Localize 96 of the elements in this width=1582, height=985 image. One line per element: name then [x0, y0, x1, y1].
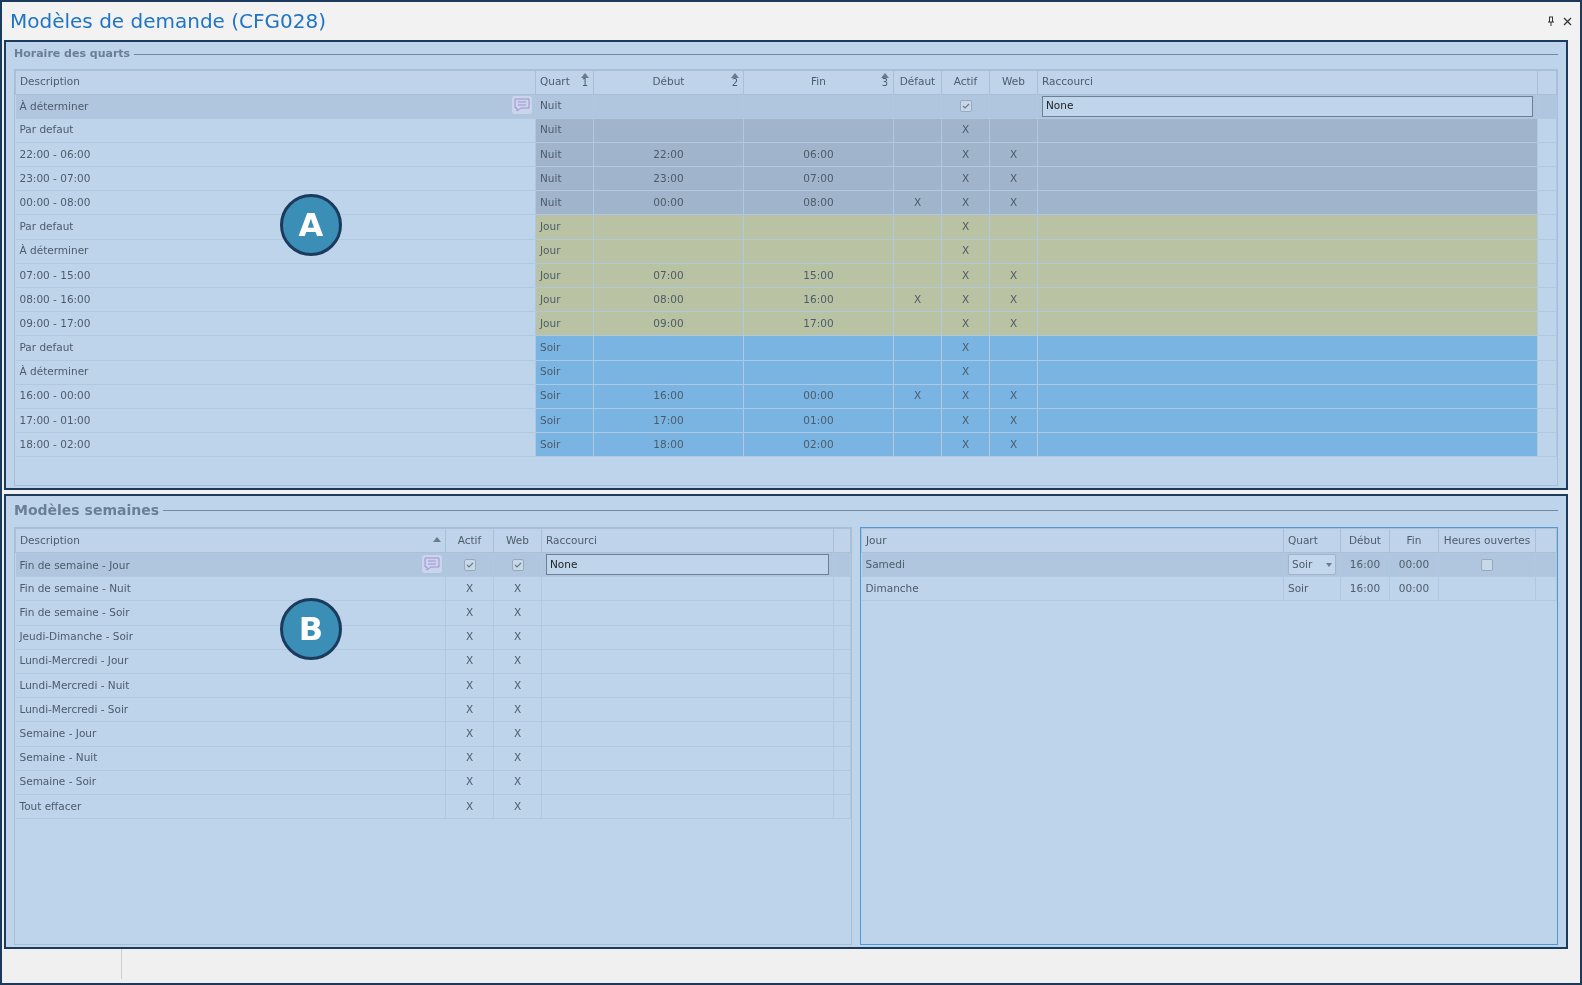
table-cell: Dimanche: [861, 576, 1284, 601]
table-cell: X: [493, 721, 542, 746]
column-header[interactable]: Quart: [1283, 528, 1341, 553]
column-header[interactable]: Actif: [941, 70, 990, 94]
dropdown[interactable]: Soir: [1288, 554, 1336, 576]
column-header[interactable]: Raccourci: [541, 528, 834, 553]
shortcut-field[interactable]: None: [546, 554, 829, 576]
checkbox[interactable]: [463, 558, 476, 571]
table-cell: 01:00: [743, 408, 894, 433]
column-header[interactable]: Description: [15, 70, 536, 94]
checkbox[interactable]: [959, 100, 972, 113]
column-header[interactable]: Raccourci: [1037, 70, 1538, 94]
table-cell: X: [445, 649, 494, 674]
table-cell: 08:00: [593, 287, 744, 312]
column-header[interactable]: Jour: [861, 528, 1284, 553]
column-header[interactable]: Heures ouvertes: [1438, 528, 1536, 553]
table-cell: X: [493, 746, 542, 771]
section-title: Horaire des quarts: [14, 46, 131, 62]
table-cell: Soir: [1283, 576, 1341, 601]
table-cell: Tout effacer: [15, 794, 446, 819]
table-cell: 15:00: [743, 263, 894, 288]
column-header[interactable]: Actif: [445, 528, 494, 553]
table-cell: Par defaut: [15, 335, 536, 361]
table-cell: 18:00 - 02:00: [15, 432, 536, 457]
pin-icon[interactable]: [1547, 16, 1555, 26]
table-cell: 23:00: [593, 166, 744, 191]
table-cell: 00:00: [593, 190, 744, 215]
checkbox[interactable]: [511, 558, 524, 571]
table-cell: X: [445, 721, 494, 746]
table-cell: X: [445, 746, 494, 771]
table-cell: 07:00 - 15:00: [15, 263, 536, 288]
table-cell: 00:00: [1389, 576, 1439, 601]
table-cell: 17:00: [743, 311, 894, 336]
table-cell: 16:00: [593, 384, 744, 409]
table-cell: Lundi-Mercredi - Nuit: [15, 673, 446, 698]
table-cell: Semaine - Nuit: [15, 746, 446, 771]
table-cell: À déterminer: [15, 360, 536, 385]
table-cell: X: [493, 794, 542, 819]
table-cell: Par defaut: [15, 118, 536, 143]
table-cell: X: [493, 576, 542, 601]
table-cell: Fin de semaine - Nuit: [15, 576, 446, 601]
table-cell: X: [493, 770, 542, 795]
table-cell: X: [445, 625, 494, 650]
table-cell: 23:00 - 07:00: [15, 166, 536, 191]
table-cell: 16:00 - 00:00: [15, 384, 536, 409]
table-cell: 17:00: [593, 408, 744, 433]
column-header[interactable]: Web: [989, 70, 1038, 94]
table-cell: X: [445, 794, 494, 819]
shortcut-field[interactable]: None: [1042, 95, 1533, 117]
column-header[interactable]: Quart 1: [535, 70, 594, 94]
table-cell: X: [445, 697, 494, 722]
table-cell: 09:00: [593, 311, 744, 336]
section-title: Modèles semaines: [14, 501, 160, 520]
sort-order-number: 2: [731, 77, 739, 88]
close-icon[interactable]: [1563, 16, 1572, 26]
column-header[interactable]: Début: [1340, 528, 1390, 553]
table-cell: X: [445, 770, 494, 795]
table-cell: 00:00: [743, 384, 894, 409]
table-cell: 06:00: [743, 142, 894, 167]
column-header[interactable]: Défaut: [893, 70, 942, 94]
table-cell: 07:00: [593, 263, 744, 288]
table-cell: 08:00: [743, 190, 894, 215]
table-cell: X: [493, 600, 542, 626]
sort-order-number: 1: [581, 77, 589, 88]
sort-order-number: 3: [881, 77, 889, 88]
table-cell: 08:00 - 16:00: [15, 287, 536, 312]
caret-icon: [1326, 562, 1332, 567]
table-cell: 02:00: [743, 432, 894, 457]
column-header[interactable]: Fin 3: [743, 70, 894, 94]
table-cell: À déterminer: [19, 100, 89, 113]
table-cell: 16:00: [1340, 576, 1390, 601]
table-cell: X: [445, 673, 494, 698]
table-cell: 22:00 - 06:00: [15, 142, 536, 167]
table-cell: Semaine - Jour: [15, 721, 446, 746]
table-cell: X: [445, 576, 494, 601]
table-cell: Fin de semaine - Jour: [19, 558, 130, 571]
table-cell: Lundi-Mercredi - Soir: [15, 697, 446, 722]
column-header[interactable]: Web: [493, 528, 542, 553]
table-cell: X: [445, 600, 494, 626]
table-cell: Semaine - Soir: [15, 770, 446, 795]
table-cell: 17:00 - 01:00: [15, 408, 536, 433]
table-cell: X: [493, 673, 542, 698]
table-cell: 22:00: [593, 142, 744, 167]
table-cell: 09:00 - 17:00: [15, 311, 536, 336]
table-cell: X: [493, 697, 542, 722]
table-cell: Samedi: [861, 552, 1284, 577]
table-cell: 16:00: [743, 287, 894, 312]
column-header[interactable]: Début 2: [593, 70, 744, 94]
window-title: Modèles de demande (CFG028): [10, 8, 326, 35]
column-header[interactable]: Description: [15, 528, 446, 553]
checkbox[interactable]: [1481, 558, 1493, 571]
table-cell: 18:00: [593, 432, 744, 457]
table-cell: 07:00: [743, 166, 894, 191]
table-cell: X: [493, 625, 542, 650]
column-header[interactable]: Fin: [1389, 528, 1439, 553]
table-cell: X: [493, 649, 542, 674]
